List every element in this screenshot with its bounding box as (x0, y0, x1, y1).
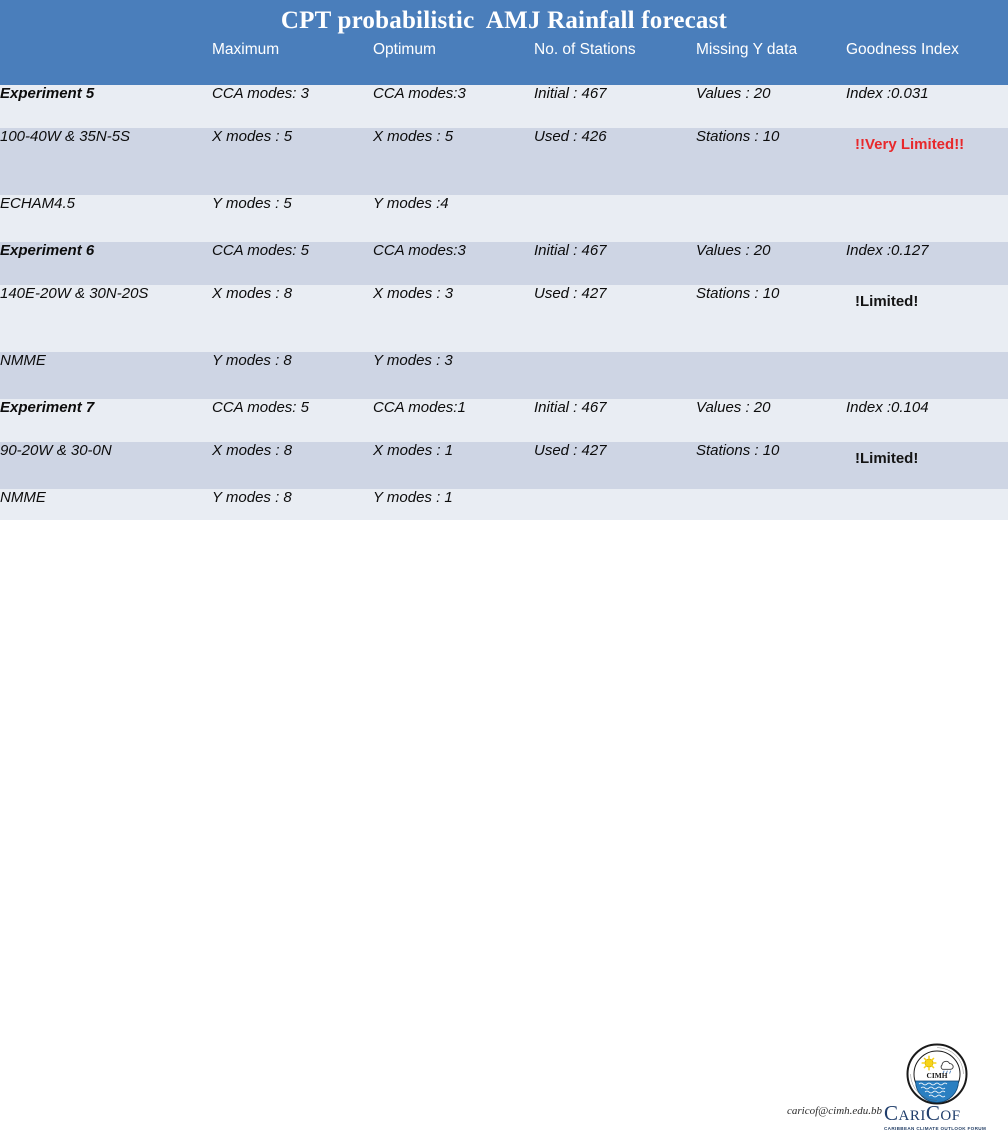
row-label-domain: 100-40W & 35N-5S (0, 128, 212, 195)
table-row: Experiment 5 CCA modes: 3 CCA modes:3 In… (0, 85, 1008, 128)
cell-stations: Initial : 467 (534, 399, 696, 442)
cell-stations: Used : 427 (534, 285, 696, 352)
cell-maximum: Y modes : 5 (212, 195, 373, 242)
cell-optimum: Y modes :4 (373, 195, 534, 242)
row-label-model: NMME (0, 352, 212, 399)
cell-maximum: CCA modes: 5 (212, 242, 373, 285)
row-label-experiment-6: Experiment 6 (0, 242, 212, 285)
cell-missing: Values : 20 (696, 242, 846, 285)
experiments-table: Maximum Optimum No. of Stations Missing … (0, 41, 1008, 536)
caricof-c1: C (884, 1101, 899, 1125)
column-header-missing: Missing Y data (696, 41, 846, 85)
cell-maximum: X modes : 8 (212, 442, 373, 489)
table-row: ECHAM4.5 Y modes : 5 Y modes :4 (0, 195, 1008, 242)
contact-email: caricof@cimh.edu.bb (787, 1105, 883, 1117)
cell-stations (534, 352, 696, 399)
cell-stations: Initial : 467 (534, 242, 696, 285)
caricof-logo: CARICOF CARIBBEAN CLIMATE OUTLOOK FORUM (884, 1103, 1008, 1131)
cell-goodness-index: Index :0.127 (846, 242, 1008, 285)
cimh-logo-icon: CIMH (906, 1043, 968, 1105)
cell-maximum: X modes : 5 (212, 128, 373, 195)
cell-stations (534, 195, 696, 242)
cell-goodness-note: !Limited! (846, 442, 1008, 489)
caricof-of: OF (940, 1108, 961, 1124)
cell-goodness-note: !!Very Limited!! (846, 128, 1008, 195)
cell-maximum: Y modes : 8 (212, 352, 373, 399)
cell-optimum: CCA modes:1 (373, 399, 534, 442)
cell-optimum: CCA modes:3 (373, 85, 534, 128)
table-row: 100-40W & 35N-5S X modes : 5 X modes : 5… (0, 128, 1008, 195)
cell-missing: Stations : 10 (696, 285, 846, 352)
row-label-domain: 90-20W & 30-0N (0, 442, 212, 489)
slide-footer: caricof@cimh.edu.bb CIMH CARICOF CARIBBE… (0, 520, 1008, 1131)
cell-optimum: X modes : 1 (373, 442, 534, 489)
caricof-wordmark: CARICOF (884, 1103, 1008, 1124)
goodness-note-text: !Limited! (855, 293, 919, 310)
cell-maximum: CCA modes: 3 (212, 85, 373, 128)
cell-stations: Used : 426 (534, 128, 696, 195)
cell-goodness-note: !Limited! (846, 285, 1008, 352)
caricof-ari: ARI (898, 1108, 926, 1124)
column-header-stations: No. of Stations (534, 41, 696, 85)
cell-optimum: X modes : 3 (373, 285, 534, 352)
slide-title-bar: CPT probabilistic AMJ Rainfall forecast (0, 0, 1008, 41)
row-label-domain: 140E-20W & 30N-20S (0, 285, 212, 352)
row-label-experiment-5: Experiment 5 (0, 85, 212, 128)
table-row: Experiment 6 CCA modes: 5 CCA modes:3 In… (0, 242, 1008, 285)
caricof-c2: C (925, 1101, 941, 1125)
cell-goodness-empty (846, 195, 1008, 242)
cell-missing: Values : 20 (696, 85, 846, 128)
cell-missing: Stations : 10 (696, 442, 846, 489)
page-title: CPT probabilistic AMJ Rainfall forecast (280, 6, 728, 34)
row-label-experiment-7: Experiment 7 (0, 399, 212, 442)
cell-goodness-empty (846, 352, 1008, 399)
table-row: Experiment 7 CCA modes: 5 CCA modes:1 In… (0, 399, 1008, 442)
cell-stations: Initial : 467 (534, 85, 696, 128)
cell-optimum: Y modes : 3 (373, 352, 534, 399)
column-header-goodness: Goodness Index (846, 41, 1008, 85)
column-header-maximum: Maximum (212, 41, 373, 85)
cell-optimum: CCA modes:3 (373, 242, 534, 285)
table-row: 90-20W & 30-0N X modes : 8 X modes : 1 U… (0, 442, 1008, 489)
cell-maximum: CCA modes: 5 (212, 399, 373, 442)
cell-maximum: X modes : 8 (212, 285, 373, 352)
cell-missing (696, 352, 846, 399)
table-header-row: Maximum Optimum No. of Stations Missing … (0, 41, 1008, 85)
cell-goodness-index: Index :0.031 (846, 85, 1008, 128)
cimh-seal-text: CIMH (927, 1071, 948, 1080)
row-label-model: ECHAM4.5 (0, 195, 212, 242)
cell-optimum: X modes : 5 (373, 128, 534, 195)
goodness-note-text: !Limited! (855, 450, 919, 467)
column-header-blank (0, 41, 212, 85)
goodness-note-text: !!Very Limited!! (855, 136, 965, 153)
cell-missing (696, 195, 846, 242)
cell-missing: Stations : 10 (696, 128, 846, 195)
cell-stations: Used : 427 (534, 442, 696, 489)
column-header-optimum: Optimum (373, 41, 534, 85)
table-row: NMME Y modes : 8 Y modes : 3 (0, 352, 1008, 399)
table-row: 140E-20W & 30N-20S X modes : 8 X modes :… (0, 285, 1008, 352)
caricof-tagline: CARIBBEAN CLIMATE OUTLOOK FORUM (884, 1126, 987, 1131)
cell-missing: Values : 20 (696, 399, 846, 442)
cell-goodness-index: Index :0.104 (846, 399, 1008, 442)
